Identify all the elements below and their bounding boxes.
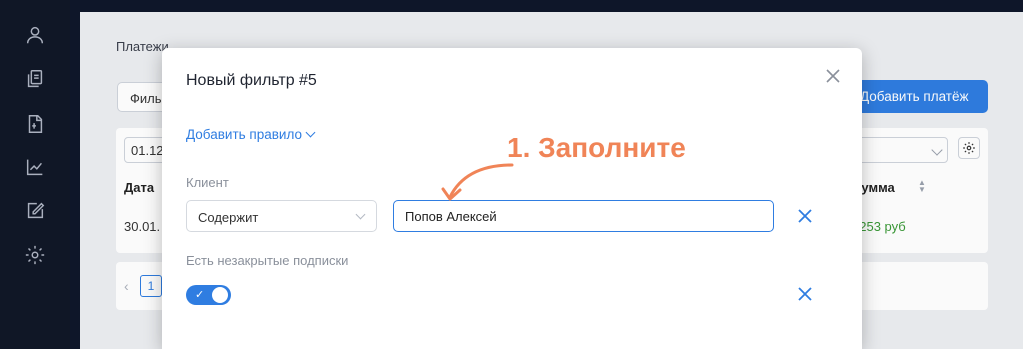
remove-rule-button[interactable] bbox=[798, 287, 812, 301]
add-rule-button[interactable]: Добавить правило bbox=[186, 127, 316, 142]
check-icon: ✓ bbox=[195, 289, 205, 301]
chevron-down-icon bbox=[355, 209, 366, 220]
toggle-knob bbox=[212, 287, 228, 303]
add-rule-label: Добавить правило bbox=[186, 127, 302, 142]
close-icon bbox=[798, 209, 812, 223]
remove-rule-button[interactable] bbox=[798, 209, 812, 223]
modal-title: Новый фильтр #5 bbox=[186, 72, 317, 89]
rule-label-client: Клиент bbox=[186, 175, 229, 190]
chevron-down-icon bbox=[305, 127, 316, 138]
open-subscriptions-toggle[interactable]: ✓ bbox=[186, 285, 231, 305]
operator-select-value: Содержит bbox=[198, 210, 259, 225]
annotation-arrow-icon bbox=[441, 163, 514, 201]
close-icon bbox=[798, 287, 812, 301]
close-icon[interactable] bbox=[825, 68, 841, 84]
operator-select[interactable]: Содержит bbox=[186, 200, 377, 232]
annotation-text: 1. Заполните bbox=[507, 132, 686, 163]
rule-label-open-subscriptions: Есть незакрытые подписки bbox=[186, 253, 349, 268]
